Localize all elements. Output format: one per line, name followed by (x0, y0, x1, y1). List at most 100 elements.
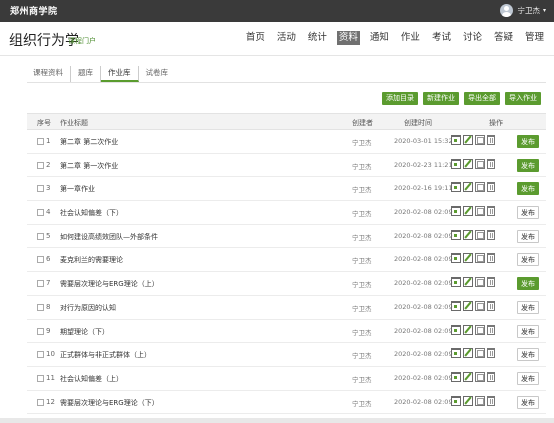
edit-icon[interactable] (463, 277, 473, 288)
nav-item[interactable]: 考试 (430, 31, 453, 45)
move-folder-icon[interactable] (451, 229, 461, 240)
publish-button[interactable]: 发布 (517, 371, 539, 385)
assignment-title[interactable]: 第一章作业 (60, 184, 95, 194)
row-checkbox[interactable] (37, 185, 44, 193)
assignment-title[interactable]: 需要层次理论与ERG理论（上） (60, 279, 159, 289)
copy-icon[interactable] (475, 348, 485, 359)
publish-button[interactable]: 发布 (517, 206, 539, 220)
nav-item[interactable]: 讨论 (461, 31, 484, 45)
nav-item[interactable]: 资料 (336, 31, 360, 45)
row-checkbox[interactable] (37, 161, 44, 169)
copy-icon[interactable] (475, 158, 485, 169)
edit-icon[interactable] (463, 182, 473, 193)
course-subtitle[interactable]: 课程门户 (68, 36, 96, 46)
trash-icon[interactable] (487, 229, 495, 240)
row-checkbox[interactable] (37, 232, 44, 240)
copy-icon[interactable] (475, 135, 485, 145)
move-folder-icon[interactable] (451, 158, 461, 169)
copy-icon[interactable] (475, 395, 485, 406)
copy-icon[interactable] (475, 300, 485, 311)
assignment-title[interactable]: 正式群体与非正式群体（上） (60, 350, 151, 360)
move-folder-icon[interactable] (451, 348, 461, 359)
user-menu[interactable]: 宁卫杰 ▾ (500, 4, 546, 17)
edit-icon[interactable] (463, 253, 473, 264)
copy-icon[interactable] (475, 229, 485, 240)
trash-icon[interactable] (487, 395, 495, 406)
nav-item[interactable]: 统计 (306, 31, 329, 45)
row-checkbox[interactable] (37, 351, 44, 359)
move-folder-icon[interactable] (451, 395, 461, 406)
row-checkbox[interactable] (37, 374, 44, 382)
publish-button[interactable]: 发布 (517, 395, 539, 409)
publish-button[interactable]: 发布 (517, 324, 539, 338)
move-folder-icon[interactable] (451, 300, 461, 311)
assignment-title[interactable]: 社会认知偏差（下） (60, 208, 123, 218)
publish-button[interactable]: 发布 (517, 158, 539, 172)
trash-icon[interactable] (487, 158, 495, 169)
tab-item[interactable]: 作业库 (101, 66, 139, 82)
move-folder-icon[interactable] (451, 277, 461, 288)
edit-icon[interactable] (463, 371, 473, 382)
copy-icon[interactable] (475, 253, 485, 264)
trash-icon[interactable] (487, 324, 495, 335)
nav-item[interactable]: 管理 (523, 31, 546, 45)
trash-icon[interactable] (487, 135, 495, 145)
move-folder-icon[interactable] (451, 324, 461, 335)
action-button[interactable]: 导出全部 (464, 92, 500, 105)
edit-icon[interactable] (463, 135, 473, 145)
action-button[interactable]: 导入作业 (505, 92, 541, 105)
assignment-title[interactable]: 社会认知偏差（上） (60, 374, 123, 384)
publish-button[interactable]: 发布 (517, 182, 539, 196)
tab-item[interactable]: 试卷库 (139, 66, 176, 82)
nav-item[interactable]: 首页 (244, 31, 267, 45)
trash-icon[interactable] (487, 277, 495, 288)
publish-button[interactable]: 发布 (517, 135, 539, 148)
user-name[interactable]: 宁卫杰 (517, 5, 540, 16)
trash-icon[interactable] (487, 182, 495, 193)
publish-button[interactable]: 发布 (517, 300, 539, 314)
edit-icon[interactable] (463, 229, 473, 240)
copy-icon[interactable] (475, 324, 485, 335)
edit-icon[interactable] (463, 158, 473, 169)
row-checkbox[interactable] (37, 327, 44, 335)
row-checkbox[interactable] (37, 280, 44, 288)
copy-icon[interactable] (475, 182, 485, 193)
row-checkbox[interactable] (37, 303, 44, 311)
assignment-title[interactable]: 期望理论（下） (60, 327, 109, 337)
publish-button[interactable]: 发布 (517, 348, 539, 362)
action-button[interactable]: 添加目录 (382, 92, 418, 105)
move-folder-icon[interactable] (451, 135, 461, 145)
copy-icon[interactable] (475, 371, 485, 382)
assignment-title[interactable]: 第二章 第一次作业 (60, 161, 118, 171)
move-folder-icon[interactable] (451, 253, 461, 264)
trash-icon[interactable] (487, 206, 495, 217)
edit-icon[interactable] (463, 395, 473, 406)
nav-item[interactable]: 作业 (399, 31, 422, 45)
assignment-title[interactable]: 麦克利兰的需要理论 (60, 255, 123, 265)
edit-icon[interactable] (463, 206, 473, 217)
assignment-title[interactable]: 第二章 第二次作业 (60, 137, 118, 147)
trash-icon[interactable] (487, 253, 495, 264)
row-checkbox[interactable] (37, 209, 44, 217)
horizontal-scrollbar[interactable] (0, 418, 554, 423)
edit-icon[interactable] (463, 300, 473, 311)
move-folder-icon[interactable] (451, 182, 461, 193)
row-checkbox[interactable] (37, 138, 44, 145)
trash-icon[interactable] (487, 348, 495, 359)
trash-icon[interactable] (487, 300, 495, 311)
publish-button[interactable]: 发布 (517, 229, 539, 243)
row-checkbox[interactable] (37, 398, 44, 406)
avatar[interactable] (500, 4, 514, 17)
nav-item[interactable]: 答疑 (492, 31, 515, 45)
action-button[interactable]: 新建作业 (423, 92, 459, 105)
assignment-title[interactable]: 需要层次理论与ERG理论（下） (60, 398, 159, 408)
assignment-title[interactable]: 如何建设高绩效团队—外部条件 (60, 232, 158, 242)
tab-item[interactable]: 课程资料 (27, 66, 71, 82)
edit-icon[interactable] (463, 348, 473, 359)
row-checkbox[interactable] (37, 256, 44, 264)
publish-button[interactable]: 发布 (517, 277, 539, 291)
nav-item[interactable]: 活动 (275, 31, 298, 45)
trash-icon[interactable] (487, 371, 495, 382)
move-folder-icon[interactable] (451, 206, 461, 217)
nav-item[interactable]: 通知 (368, 31, 391, 45)
